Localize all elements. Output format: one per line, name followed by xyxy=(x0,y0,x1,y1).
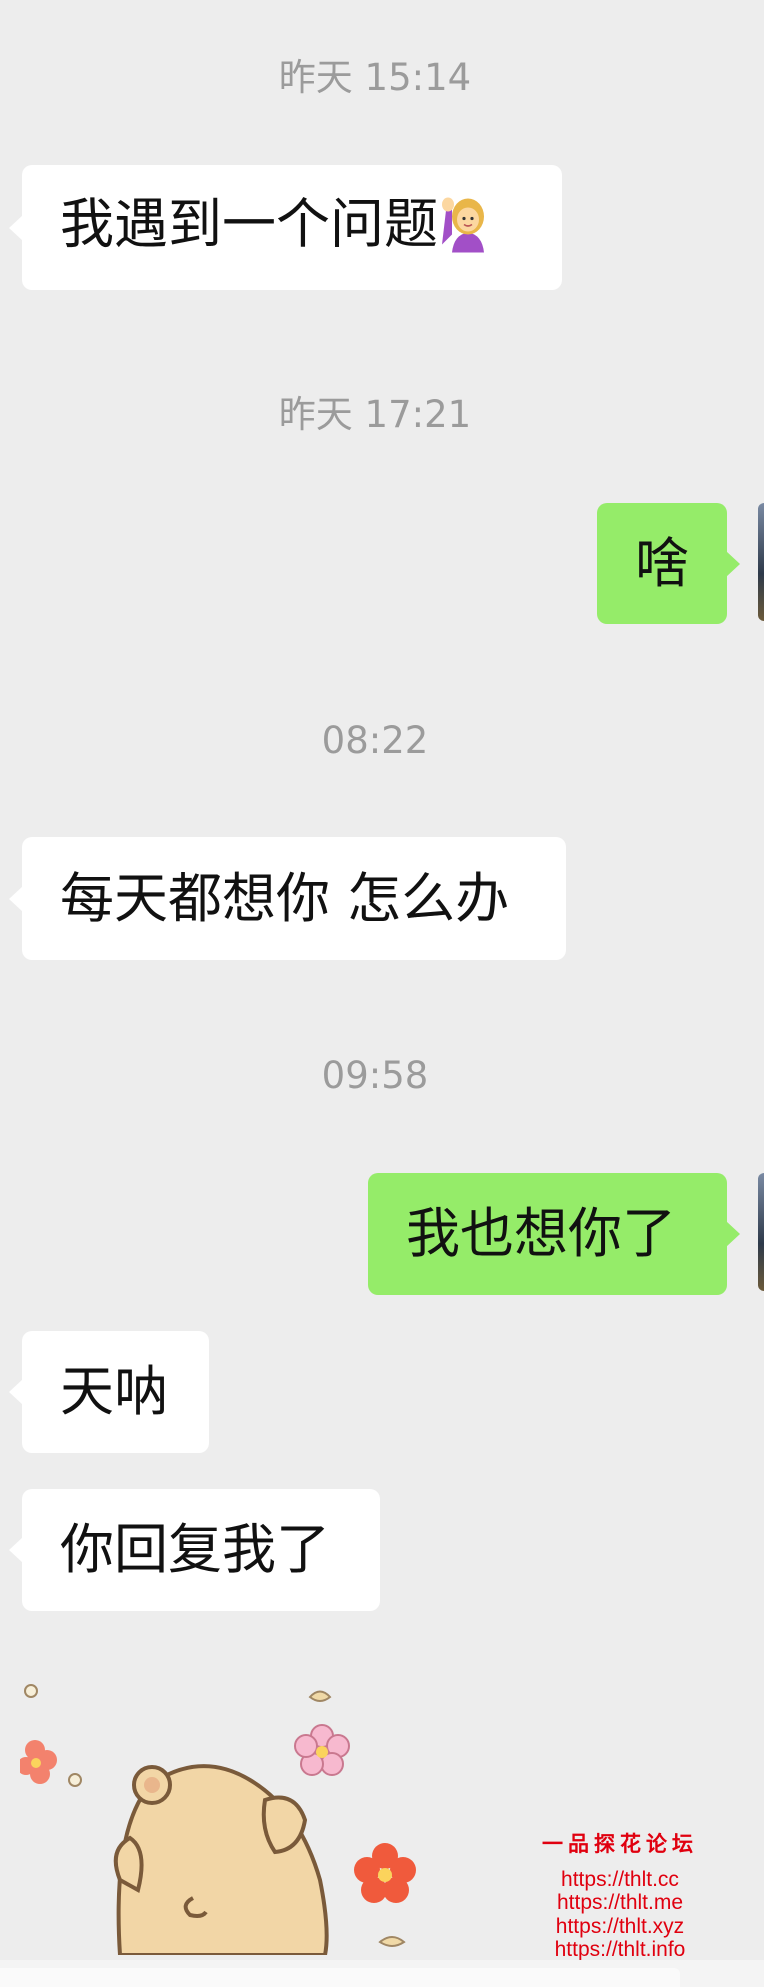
avatar[interactable] xyxy=(758,1173,764,1291)
message-timestamp: 09:58 xyxy=(321,1054,429,1097)
message-bubble-received[interactable]: 你回复我了 xyxy=(9,1489,380,1611)
message-bubble-received[interactable]: 天呐 xyxy=(9,1331,209,1453)
watermark-title: 一品探花论坛 xyxy=(542,1831,698,1856)
message-text: 你回复我了 xyxy=(60,1518,330,1581)
watermark-url: https://thlt.info xyxy=(554,1938,686,1962)
avatar[interactable] xyxy=(758,503,764,621)
watermark-url: https://thlt.xyz xyxy=(555,1914,685,1938)
woman-raising-hand-icon xyxy=(438,190,498,265)
message-text: 啥 xyxy=(635,531,689,595)
watermark: 一品探花论坛 https://thlt.cc https://thlt.me h… xyxy=(535,1832,705,1962)
message-bubble-received[interactable]: 每天都想你 怎么办 xyxy=(9,837,566,960)
message-text: 每天都想你 怎么办 xyxy=(60,866,510,930)
input-field-edge[interactable] xyxy=(0,1968,680,1987)
message-timestamp: 08:22 xyxy=(321,719,429,762)
watermark-url: https://thlt.cc xyxy=(561,1867,679,1891)
watermark-url: https://thlt.me xyxy=(556,1891,684,1915)
message-text: 我也想你了 xyxy=(406,1202,676,1265)
shy-bear-sticker-icon[interactable] xyxy=(17,1680,420,1957)
message-bubble-received[interactable]: 我遇到一个问题 xyxy=(9,165,562,290)
message-timestamp: 昨天 15:14 xyxy=(278,56,472,99)
message-text: 我遇到一个问题 xyxy=(60,192,438,256)
message-bubble-sent[interactable]: 我也想你了 xyxy=(368,1173,740,1295)
message-text: 天呐 xyxy=(60,1360,168,1423)
message-bubble-sent[interactable]: 啥 xyxy=(597,503,740,624)
message-timestamp: 昨天 17:21 xyxy=(278,393,472,436)
